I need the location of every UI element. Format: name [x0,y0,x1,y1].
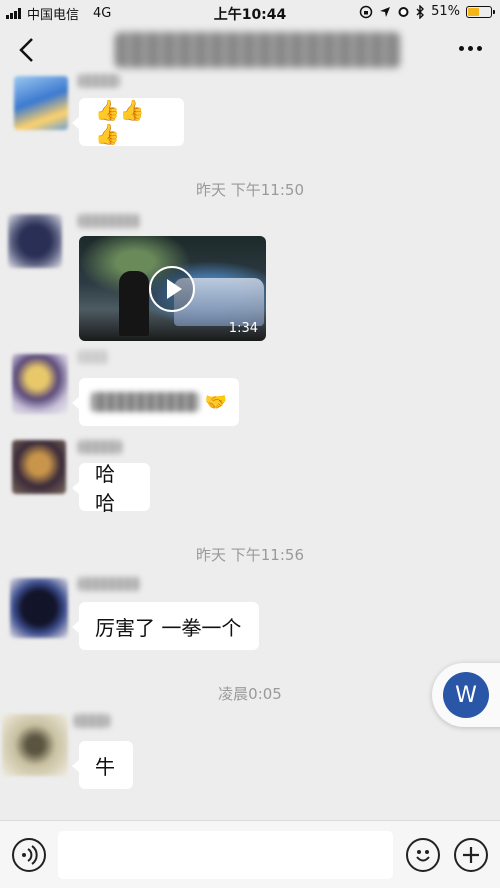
play-icon[interactable] [149,266,195,312]
sender-name-redacted [78,440,122,454]
timestamp: 昨天 下午11:50 [196,181,304,199]
avatar[interactable] [10,578,68,638]
more-options-icon[interactable] [459,46,482,51]
voice-icon [22,845,38,865]
location-icon [380,6,391,17]
emoji-button[interactable] [406,838,440,872]
floating-app-button[interactable]: W [443,672,489,718]
timestamp: 昨天 下午11:56 [196,546,304,564]
avatar[interactable] [2,714,68,776]
avatar[interactable] [12,354,68,414]
video-duration: 1:34 [228,321,258,336]
message-bubble[interactable]: 厉害了 一拳一个 [72,602,259,650]
message-input[interactable] [58,831,393,879]
handshake-emoji: 🤝 [204,391,227,413]
avatar[interactable] [12,440,66,494]
message-text: 哈哈 [95,462,115,515]
nav-bar [0,24,500,76]
timestamp: 凌晨0:05 [218,685,282,703]
message-text: 牛 [95,754,115,779]
sender-name-redacted [74,714,110,728]
chat-title-redacted [115,32,400,68]
sender-name-redacted [78,74,120,88]
avatar[interactable] [14,76,68,130]
message-text: 厉害了 一拳一个 [95,615,242,640]
smiley-icon [416,850,430,862]
plus-icon [463,847,479,863]
sender-name-redacted [78,214,140,228]
avatar[interactable] [8,214,62,268]
video-thumbnail-person [119,271,149,336]
message-bubble[interactable]: 牛 [72,741,133,789]
input-bar [0,820,500,888]
more-actions-button[interactable] [454,838,488,872]
status-right: 51% [359,4,495,19]
voice-input-button[interactable] [12,838,46,872]
message-bubble[interactable]: 🤝 [72,378,239,426]
back-arrow-icon[interactable] [14,36,40,64]
sender-name-redacted [78,577,140,591]
battery-icon [466,5,495,18]
rotation-lock-icon [359,5,373,18]
redacted-text [91,392,199,412]
bluetooth-icon [416,4,425,19]
thumbs-up-emoji: 👍👍👍 [95,98,145,146]
message-bubble[interactable]: 哈哈 [72,462,150,515]
battery-percent: 51% [431,4,460,19]
status-bar: 中国电信 4G 上午10:44 51% [0,0,500,24]
sender-name-redacted [78,350,108,364]
video-message[interactable]: 1:34 [79,236,266,341]
alarm-icon [398,7,409,17]
message-bubble[interactable]: 👍👍👍 [72,98,184,146]
